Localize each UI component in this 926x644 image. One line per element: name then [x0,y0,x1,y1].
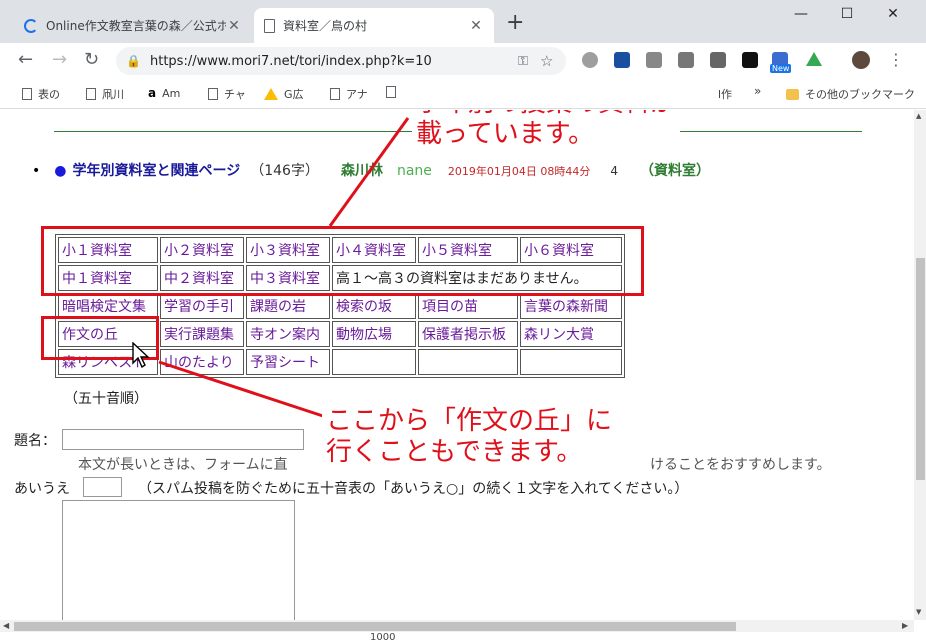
more-bookmarks-chevron-icon[interactable]: » [754,84,761,98]
bookmark-item[interactable]: a Am [148,86,180,100]
bookmark-item[interactable] [386,86,402,98]
scroll-up-icon[interactable]: ▲ [916,112,921,120]
google-ads-icon [264,88,278,100]
google-drive-icon[interactable] [806,52,822,66]
back-button[interactable]: ← [18,51,33,69]
extension-icon[interactable] [678,52,694,68]
scrollbar-thumb[interactable] [916,258,925,480]
menu-icon[interactable]: ⋮ [888,50,904,69]
reload-button[interactable]: ↻ [84,51,99,69]
annotation-text-bottom: ここから「作文の丘」に 行くこともできます。 [322,406,617,468]
bookmark-item[interactable]: l作 [718,86,732,102]
avatar[interactable] [852,51,870,69]
mouse-pointer-icon [132,342,150,368]
page-icon [264,18,275,33]
url-text[interactable]: https://www.mori7.net/tori/index.php?k=1… [150,54,518,69]
page-icon [386,86,396,98]
page-icon [330,88,340,100]
media-ext-icon[interactable] [742,52,758,68]
bookmark-star-icon[interactable]: ☆ [540,52,566,70]
partial-counter: 1000 [370,632,396,643]
bookmark-ext-icon[interactable] [614,52,630,68]
lock-icon: 🔒 [126,54,141,68]
close-icon[interactable]: ✕ [226,18,242,34]
tab-strip: Online作文教室言葉の森／公式ホ ✕ 資料室／鳥の村 ✕ + — ☐ ✕ [0,0,926,43]
other-bookmarks-folder[interactable]: その他のブックマーク [786,86,915,102]
code-ext-icon[interactable] [710,52,726,68]
bookmarks-bar: 表の 凧川 a Am チャ G広 アナ l作 » その他のブックマーク [0,79,926,109]
window-close-button[interactable]: ✕ [870,6,916,22]
page-content: • ● 学年別資料室と関連ページ （146字） 森川林 nane 2019年01… [0,110,914,620]
bookmark-item[interactable]: チャ [208,86,246,102]
page-icon [208,88,218,100]
tab-shiryoshitsu[interactable]: 資料室／鳥の村 ✕ [254,8,494,43]
bookmark-item[interactable]: アナ [330,86,368,102]
annotation-line: 行くこともできます。 [326,437,583,467]
key-icon[interactable]: ⚿ [518,54,540,69]
annotation-arrow-bottom [158,360,327,419]
amazon-icon: a [148,86,157,100]
scroll-right-icon[interactable]: ▶ [902,621,908,630]
tab-online-sakubun[interactable]: Online作文教室言葉の森／公式ホ ✕ [14,8,252,43]
page-icon [22,88,32,100]
close-icon[interactable]: ✕ [468,18,484,34]
extension-icon[interactable] [582,52,598,68]
vertical-scrollbar[interactable]: ▲ ▼ [914,110,926,620]
page-bottom-strip: 1000 [0,632,926,644]
tab-title: 資料室／鳥の村 [283,19,368,33]
page-icon [86,88,96,100]
tab-title: Online作文教室言葉の森／公式ホ [46,19,226,33]
annotation-text-top: 学年別の授業の資料が 載っています。 [412,110,681,150]
bookmark-item[interactable]: 表の [22,86,60,102]
scrollbar-thumb[interactable] [14,622,736,631]
minimize-button[interactable]: — [778,6,824,22]
new-tab-button[interactable]: + [506,12,524,34]
extension-icon[interactable] [646,52,662,68]
forward-button[interactable]: → [52,51,67,69]
horizontal-scrollbar[interactable]: ◀ ▶ [0,620,914,632]
new-badge: New [770,64,792,73]
bookmark-item[interactable]: 凧川 [86,86,124,102]
folder-icon [786,88,799,100]
maximize-button[interactable]: ☐ [824,6,870,22]
address-bar[interactable]: 🔒 https://www.mori7.net/tori/index.php?k… [116,47,566,75]
bookmark-item[interactable]: G広 [264,86,304,102]
scroll-left-icon[interactable]: ◀ [3,621,9,630]
scroll-down-icon[interactable]: ▼ [916,608,921,616]
annotation-arrow-top [328,117,410,227]
annotation-line: 学年別の授業の資料が [416,110,676,119]
loading-spinner-icon [24,18,38,33]
annotation-line: ここから「作文の丘」に [326,406,613,436]
annotation-line: 載っています。 [416,119,595,149]
